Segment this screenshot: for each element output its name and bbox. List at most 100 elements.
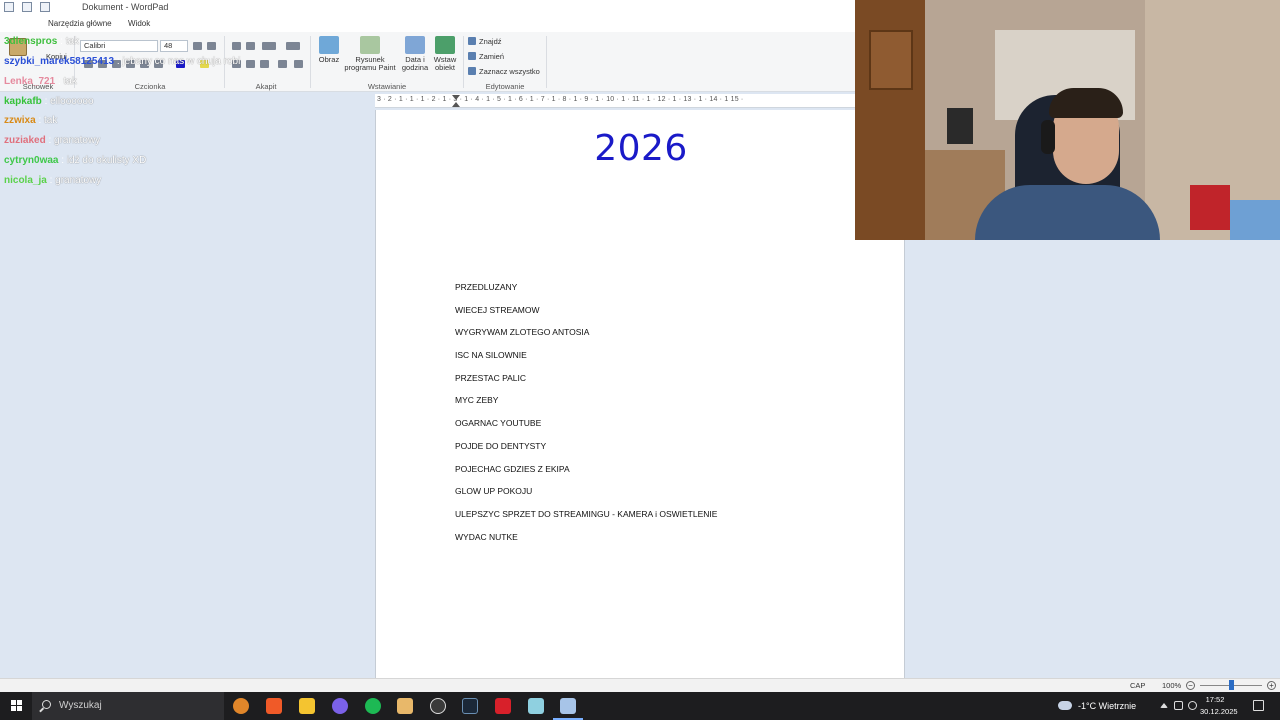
subscript-icon[interactable]: [140, 60, 149, 68]
person-hoodie: [975, 185, 1160, 240]
headphones: [1041, 120, 1055, 154]
paste-button[interactable]: [6, 38, 30, 68]
divider: [546, 36, 547, 88]
grow-font-icon[interactable]: [193, 42, 202, 50]
taskbar-search[interactable]: Wyszukaj: [32, 692, 224, 720]
app-icon-2[interactable]: [332, 698, 348, 714]
brave-icon[interactable]: [266, 698, 282, 714]
justify-icon[interactable]: [278, 60, 287, 68]
notifications-icon[interactable]: [1253, 700, 1264, 711]
save-icon[interactable]: [22, 2, 32, 12]
document-page[interactable]: 2026 PRZEDLUZANY WIECEJ STREAMOW WYGRYWAM …: [375, 110, 905, 680]
wordpad-icon[interactable]: [560, 698, 576, 714]
chat-separator: :: [35, 115, 45, 126]
obs-icon[interactable]: [430, 698, 446, 714]
paragraph-icon[interactable]: [294, 60, 303, 68]
replace-button[interactable]: Zamień: [468, 52, 504, 61]
ribbon-tabs: Narzędzia główne Widok: [0, 16, 860, 32]
select-all-label: Zaznacz wszystko: [479, 67, 540, 76]
shrink-font-icon[interactable]: [207, 42, 216, 50]
date-time-button[interactable]: Data i godzina: [399, 36, 431, 72]
app-icon: [4, 2, 14, 12]
divider: [224, 36, 225, 88]
file-explorer-icon[interactable]: [299, 698, 315, 714]
volume-icon[interactable]: [1188, 701, 1197, 710]
align-left-icon[interactable]: [232, 60, 241, 68]
align-center-icon[interactable]: [246, 60, 255, 68]
chat-text: granatowy: [54, 135, 101, 146]
zoom-level: 100%: [1162, 681, 1182, 690]
chat-username: kapkafb: [4, 96, 42, 107]
youtube-icon[interactable]: [495, 698, 511, 714]
select-all-icon: [468, 67, 476, 75]
align-right-icon[interactable]: [260, 60, 269, 68]
steam-icon[interactable]: [462, 698, 478, 714]
first-line-indent-marker[interactable]: [452, 95, 460, 100]
zoom-in-button[interactable]: +: [1267, 681, 1276, 690]
image-icon: [319, 36, 339, 54]
app-icon-3[interactable]: [397, 698, 413, 714]
document-line: ISC NA SILOWNIE: [455, 350, 527, 361]
weather-icon[interactable]: [1058, 701, 1072, 710]
red-box: [1190, 185, 1230, 230]
chat-username: nicola_ja: [4, 175, 47, 186]
divider: [463, 36, 464, 88]
clock-date[interactable]: 30.12.2025: [1200, 707, 1238, 716]
search-placeholder: Wyszukaj: [59, 700, 102, 711]
divider: [74, 36, 75, 88]
document-line: OGARNAC YOUTUBE: [455, 418, 542, 429]
chat-message: zzwixa : tak: [4, 115, 57, 126]
increase-indent-icon[interactable]: [246, 42, 255, 50]
chat-username: zzwixa: [4, 115, 36, 126]
caps-lock-indicator: CAP: [1130, 681, 1146, 690]
binoculars-icon: [468, 37, 476, 45]
copy-button[interactable]: Kopiuj: [46, 52, 67, 61]
editing-group-label: Edytowanie: [485, 82, 525, 91]
find-button[interactable]: Znajdź: [468, 37, 502, 46]
zoom-slider-thumb[interactable]: [1229, 680, 1234, 690]
monitor: [947, 108, 973, 144]
highlight-icon[interactable]: [200, 60, 209, 68]
font-family-select[interactable]: Calibri: [80, 40, 158, 52]
left-indent-marker[interactable]: [452, 102, 460, 107]
line-spacing-icon[interactable]: [286, 42, 300, 50]
object-icon: [435, 36, 455, 54]
document-line: WIECEJ STREAMOW: [455, 304, 540, 315]
spotify-icon[interactable]: [365, 698, 381, 714]
start-button[interactable]: [0, 692, 32, 720]
bullets-icon[interactable]: [262, 42, 276, 50]
bold-icon[interactable]: [84, 60, 93, 68]
network-icon[interactable]: [1174, 701, 1183, 710]
windows-logo-pane: [11, 706, 16, 711]
document-line: WYGRYWAM ZLOTEGO ANTOSIA: [455, 327, 590, 338]
ruler[interactable]: 3 · 2 · 1 · 1 · 1 · 2 · 1 · 3 · 1 · 4 · …: [375, 94, 855, 108]
paragraph-group-label: Akapit: [255, 82, 277, 91]
paint-drawing-button[interactable]: Rysunek programu Paint: [342, 36, 398, 72]
chevron-up-icon[interactable]: [1160, 703, 1168, 708]
select-all-button[interactable]: Zaznacz wszystko: [468, 67, 540, 76]
chat-separator: :: [41, 96, 51, 107]
search-icon: [42, 700, 51, 709]
tab-home[interactable]: Narzędzia główne: [48, 19, 112, 28]
weather-text[interactable]: -1°C Wietrznie: [1078, 701, 1136, 711]
text-color-icon[interactable]: [176, 60, 185, 68]
insert-image-button[interactable]: Obraz: [314, 36, 344, 64]
undo-icon[interactable]: [40, 2, 50, 12]
insert-object-button[interactable]: Wstaw obiekt: [430, 36, 460, 72]
notepad-icon[interactable]: [528, 698, 544, 714]
strikethrough-icon[interactable]: [126, 60, 135, 68]
chat-message: nicola_ja : granatowy: [4, 175, 101, 186]
chat-username: zuziaked: [4, 135, 46, 146]
underline-icon[interactable]: [112, 60, 121, 68]
calendar-icon: [405, 36, 425, 54]
zoom-out-button[interactable]: −: [1186, 681, 1195, 690]
italic-icon[interactable]: [98, 60, 107, 68]
paint-label-2: programu Paint: [344, 63, 396, 72]
app-icon-1[interactable]: [233, 698, 249, 714]
clock-time[interactable]: 17:52: [1200, 695, 1230, 704]
font-size-select[interactable]: 48: [160, 40, 188, 52]
status-bar: CAP 100% − +: [0, 678, 1280, 692]
decrease-indent-icon[interactable]: [232, 42, 241, 50]
superscript-icon[interactable]: [154, 60, 163, 68]
tab-view[interactable]: Widok: [128, 19, 150, 28]
